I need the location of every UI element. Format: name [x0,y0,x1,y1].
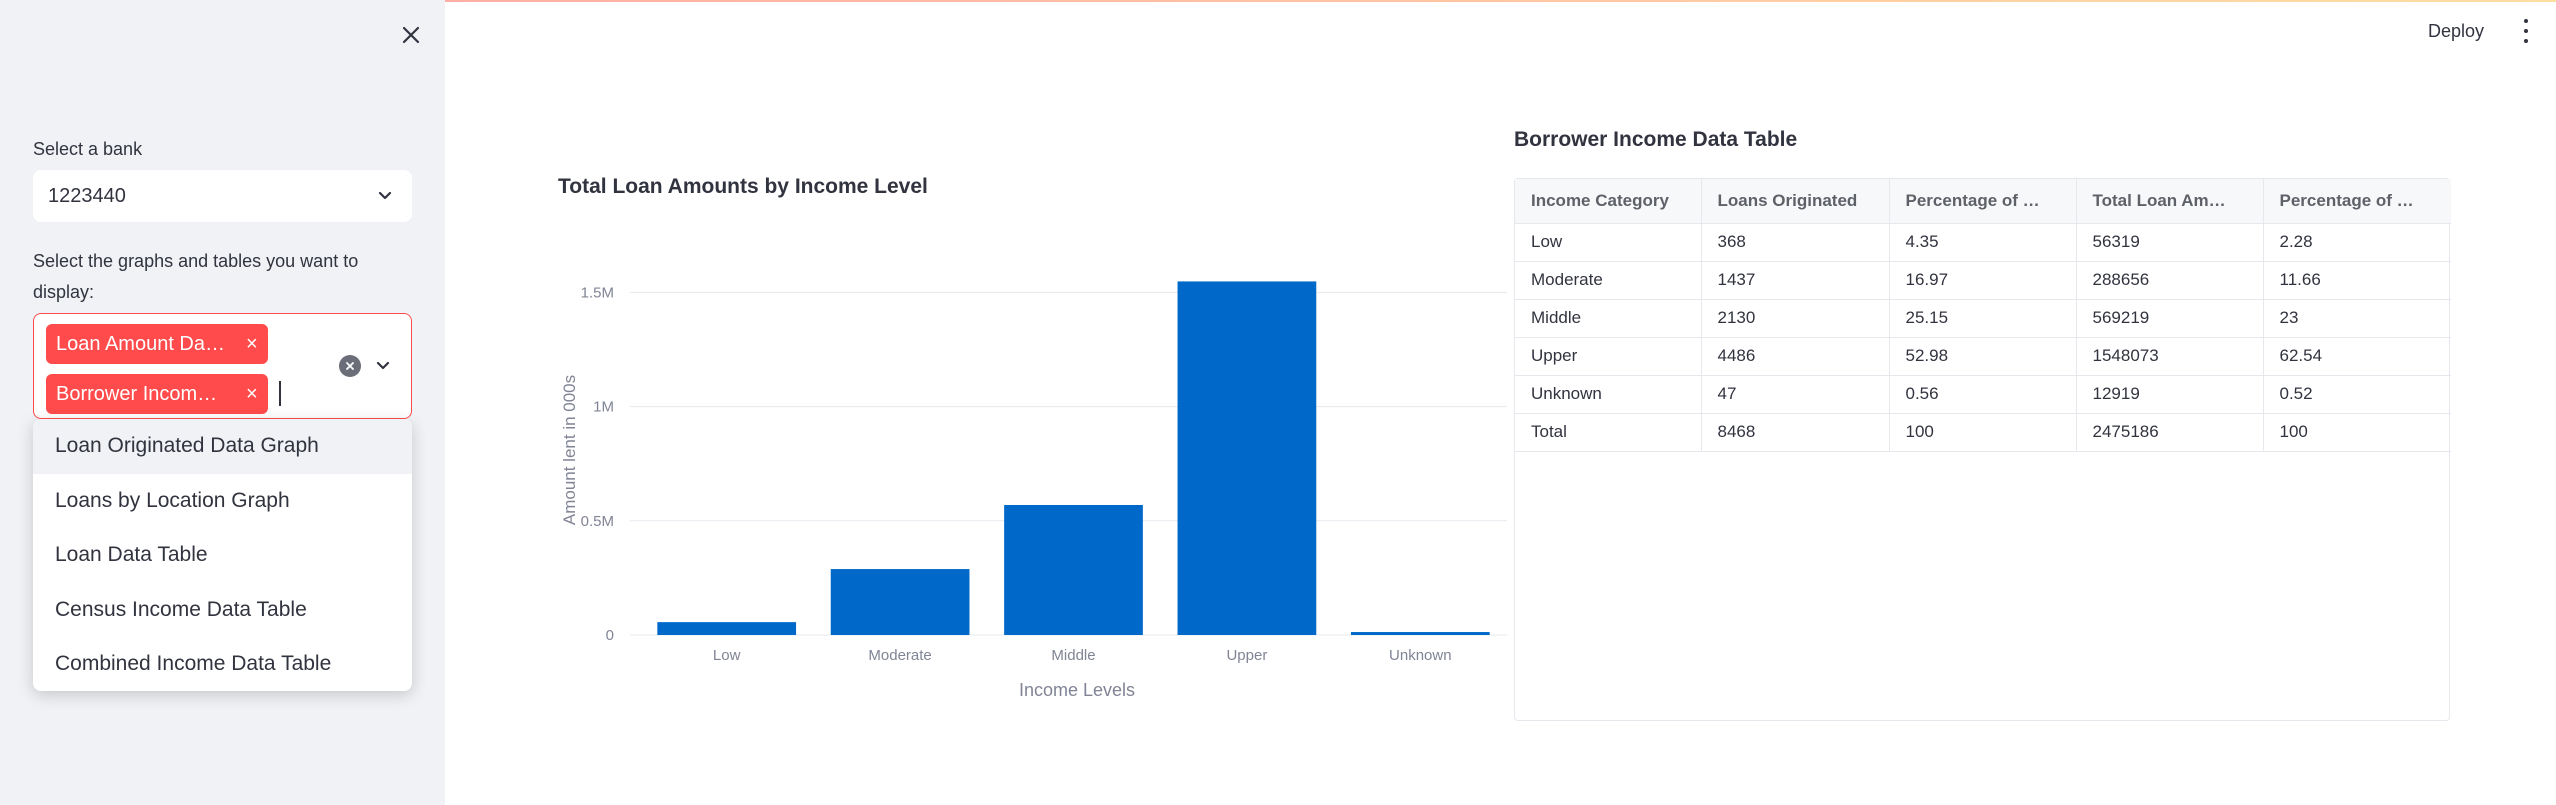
y-tick-label: 0.5M [581,513,614,530]
sidebar: Select a bank 1223440 Select the graphs … [0,0,445,805]
table-cell: 569219 [2076,299,2264,338]
chevron-down-icon[interactable] [376,187,394,205]
bar-middle[interactable] [1004,504,1143,635]
close-icon [402,26,420,44]
x-axis-label: Income Levels [1019,680,1135,700]
table-cell: 0.56 [1889,375,2077,414]
table-cell: Middle [1515,299,1702,338]
remove-tag-icon[interactable]: × [246,384,258,404]
bank-select-label: Select a bank [33,139,143,159]
selected-tag: Loan Amount Da… × [46,324,268,364]
data-table[interactable]: Income Category Loans Originated Percent… [1514,178,2451,721]
bar-chart: 0 0.5M 1M 1.5M Low Moderate Middle Upper Unknown… [560,281,1507,700]
dropdown-option[interactable]: Loans by Location Graph [33,474,412,529]
close-sidebar-button[interactable] [396,20,426,50]
table-row: Upper 4486 52.98 1548073 62.54 [1515,337,2451,376]
table-cell: 56319 [2076,223,2264,262]
bar-low[interactable] [657,622,797,635]
x-tick-label: Unknown [1389,647,1452,664]
table-cell: 23 [2263,299,2451,338]
table-cell: 0.52 [2263,375,2451,414]
table-cell: 4486 [1701,337,1890,376]
column-header[interactable]: Percentage of … [2263,179,2451,224]
column-header[interactable]: Percentage of … [1889,179,2077,224]
table-cell: 1437 [1701,261,1890,300]
dropdown-option[interactable]: Loan Data Table [33,528,412,583]
table-cell: Unknown [1515,375,1702,414]
table-row: Total 8468 100 2475186 100 [1515,413,2451,452]
column-header[interactable]: Loans Originated [1701,179,1890,224]
table-cell: 52.98 [1889,337,2077,376]
bar-upper[interactable] [1177,281,1317,635]
graphs-select-label-line2: display: [33,282,95,302]
table-row: Unknown 47 0.56 12919 0.52 [1515,375,2451,414]
table-cell: 12919 [2076,375,2264,414]
table-cell: 8468 [1701,413,1890,452]
bank-select-value: 1223440 [48,184,126,207]
text-cursor [279,381,281,406]
table-cell: Total [1515,413,1702,452]
clear-all-icon[interactable] [339,355,361,377]
x-tick-label: Upper [1226,647,1267,664]
y-tick-label: 1.5M [581,284,614,301]
table-cell: 2.28 [2263,223,2451,262]
table-cell: 288656 [2076,261,2264,300]
y-tick-label: 1M [593,399,614,416]
chart-title: Total Loan Amounts by Income Level [558,175,928,198]
options-dropdown: Loan Originated Data Graph Loans by Loca… [33,419,412,691]
table-cell: 11.66 [2263,261,2451,300]
graphs-select-label-line1: Select the graphs and tables you want to [33,251,359,271]
selected-tag-label: Loan Amount Da… [56,332,225,355]
deploy-button[interactable]: Deploy [2428,14,2484,48]
selected-tag: Borrower Incom… × [46,374,268,414]
dropdown-option[interactable]: Combined Income Data Table [33,637,412,691]
table-cell: 2130 [1701,299,1890,338]
graphs-multiselect[interactable]: Loan Amount Da… × Borrower Incom… × [33,313,412,419]
table-cell: Upper [1515,337,1702,376]
table-row: Middle 2130 25.15 569219 23 [1515,299,2451,338]
dropdown-option[interactable]: Loan Originated Data Graph [33,419,412,474]
table-cell: Low [1515,223,1702,262]
table-cell: 1548073 [2076,337,2264,376]
y-axis-label: Amount lent in 000s [560,375,579,525]
table-cell: 100 [1889,413,2077,452]
main-menu-icon[interactable] [2520,19,2532,43]
table-cell: 16.97 [1889,261,2077,300]
selected-tag-label: Borrower Incom… [56,382,218,405]
column-header[interactable]: Total Loan Am… [2076,179,2264,224]
x-tick-label: Moderate [868,647,931,664]
bar-unknown[interactable] [1350,632,1490,635]
table-cell: 100 [2263,413,2451,452]
table-cell: 2475186 [2076,413,2264,452]
table-cell: 47 [1701,375,1890,414]
remove-tag-icon[interactable]: × [246,334,258,354]
table-row: Moderate 1437 16.97 288656 11.66 [1515,261,2451,300]
table-row: Low 368 4.35 56319 2.28 [1515,223,2451,262]
bank-select[interactable]: 1223440 [33,170,412,222]
table-header-row: Income Category Loans Originated Percent… [1515,179,2451,224]
table-cell: 368 [1701,223,1890,262]
table-cell: Moderate [1515,261,1702,300]
column-header[interactable]: Income Category [1515,179,1702,224]
y-tick-label: 0 [606,627,614,644]
dropdown-option[interactable]: Census Income Data Table [33,583,412,638]
bar-moderate[interactable] [830,569,970,635]
table-cell: 62.54 [2263,337,2451,376]
x-tick-label: Low [713,647,741,664]
table-cell: 4.35 [1889,223,2077,262]
x-tick-label: Middle [1051,647,1095,664]
table-cell: 25.15 [1889,299,2077,338]
chevron-down-icon[interactable] [374,357,392,375]
table-title: Borrower Income Data Table [1514,128,1798,151]
